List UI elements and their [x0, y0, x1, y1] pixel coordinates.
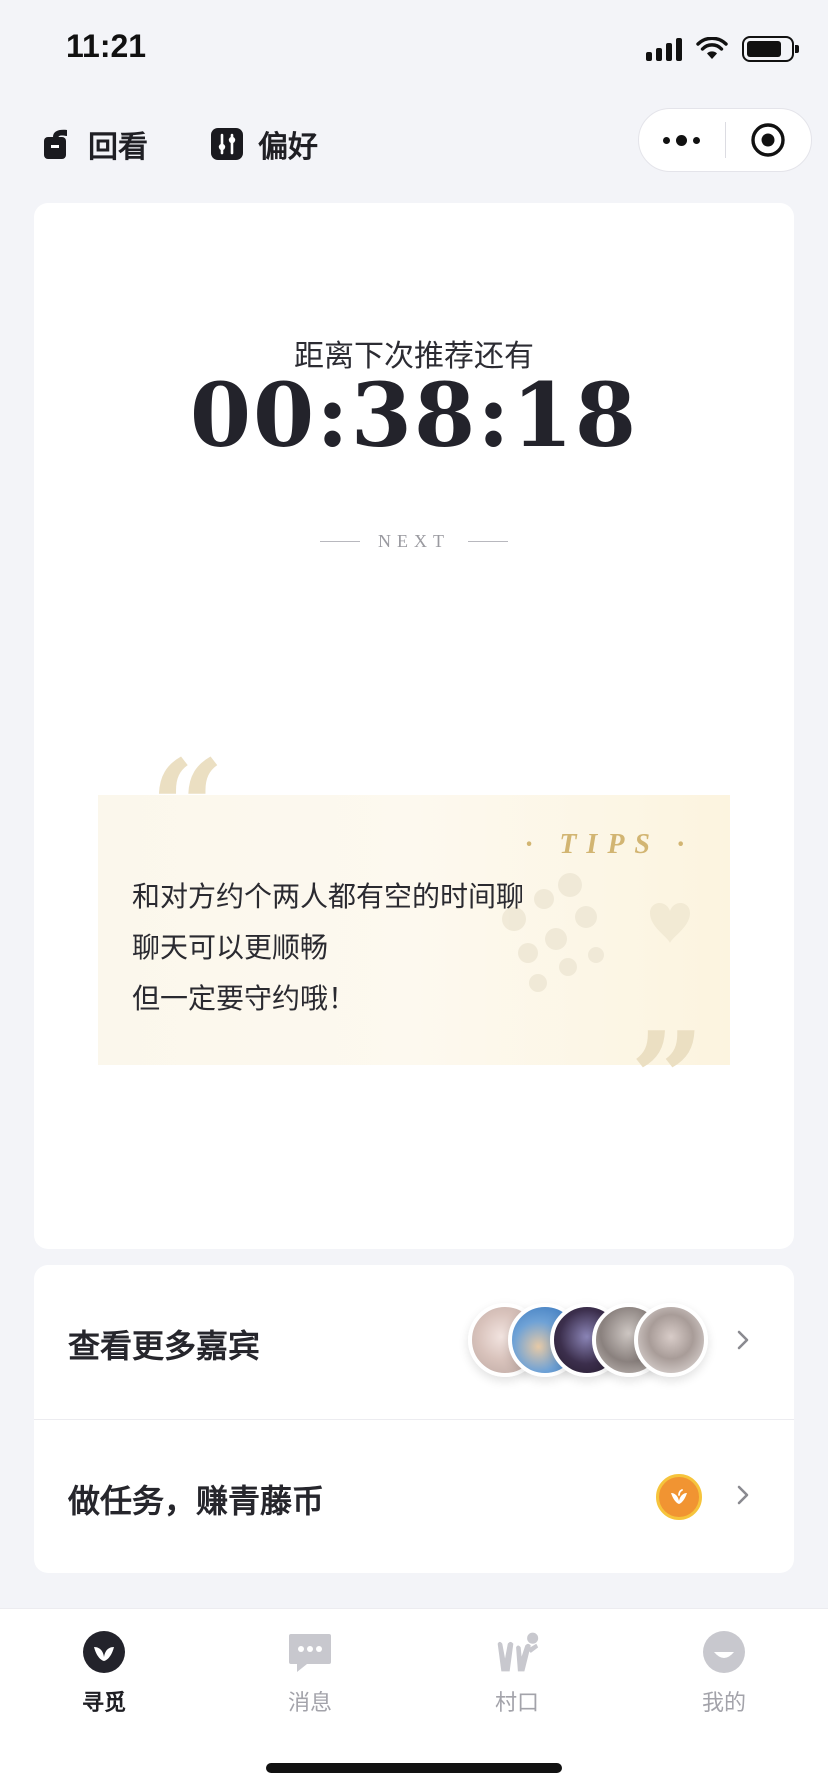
battery-icon — [742, 36, 799, 62]
tasks-row[interactable]: 做任务，赚青藤币 — [34, 1419, 794, 1573]
preferences-label: 偏好 — [258, 130, 318, 165]
tab-label: 村口 — [494, 1691, 539, 1716]
home-indicator — [266, 1763, 562, 1773]
more-guests-row[interactable]: 查看更多嘉宾 — [34, 1265, 794, 1419]
tab-label: 我的 — [701, 1691, 746, 1716]
countdown-card: 距离下次推荐还有 00:38:18 NEXT · TIPS · 和对方约个两人都… — [34, 203, 794, 1249]
cellular-signal-icon — [646, 37, 682, 61]
tab-discover[interactable]: 寻觅 — [34, 1629, 174, 1717]
countdown-timer: 00:38:18 — [189, 363, 639, 467]
tips-title: · TIPS · — [525, 829, 694, 860]
chevron-right-icon — [737, 1485, 749, 1505]
avatar — [634, 1303, 708, 1377]
chat-icon — [287, 1629, 333, 1675]
status-bar: 11:21 — [0, 0, 828, 100]
open-quote-mark: “ — [150, 731, 225, 884]
divider-line-right — [468, 541, 508, 542]
leaf-icon — [81, 1629, 127, 1675]
tab-messages[interactable]: 消息 — [240, 1629, 380, 1717]
tab-village[interactable]: 村口 — [447, 1629, 587, 1717]
tips-line: 但一定要守约哦！ — [132, 982, 357, 1015]
preferences-icon — [210, 127, 244, 161]
village-icon — [494, 1629, 540, 1675]
vine-coin-icon — [656, 1474, 702, 1520]
close-quote-mark: ” — [630, 1003, 705, 1156]
replay-icon — [40, 127, 74, 161]
preferences-button[interactable]: 偏好 — [210, 122, 318, 166]
tips-line: 聊天可以更顺畅 — [132, 931, 329, 964]
tab-label: 消息 — [287, 1691, 332, 1716]
status-time: 11:21 — [66, 28, 147, 64]
top-nav: 回看 偏好 — [0, 108, 828, 180]
tips-text: 和对方约个两人都有空的时间聊 聊天可以更顺畅 但一定要守约哦！ — [132, 871, 524, 1024]
close-mini-program-button[interactable] — [726, 109, 812, 171]
profile-icon — [701, 1629, 747, 1675]
mini-program-capsule — [638, 108, 812, 172]
tab-me[interactable]: 我的 — [654, 1629, 794, 1717]
next-divider: NEXT — [34, 531, 794, 552]
guest-avatars — [468, 1303, 708, 1377]
more-guests-label: 查看更多嘉宾 — [68, 1327, 261, 1365]
more-options-button[interactable] — [639, 109, 725, 171]
paw-hearts-decoration — [502, 873, 690, 992]
next-text: NEXT — [378, 531, 450, 551]
tasks-label: 做任务，赚青藤币 — [68, 1482, 325, 1520]
target-close-icon — [751, 123, 785, 157]
status-icons — [646, 36, 799, 62]
wifi-icon — [696, 37, 728, 59]
replay-button[interactable]: 回看 — [40, 122, 148, 166]
tab-label: 寻觅 — [81, 1691, 126, 1716]
divider-line-left — [320, 541, 360, 542]
chevron-right-icon — [737, 1330, 749, 1350]
actions-card: 查看更多嘉宾 做任务，赚青藤币 — [34, 1265, 794, 1573]
replay-label: 回看 — [88, 130, 148, 165]
